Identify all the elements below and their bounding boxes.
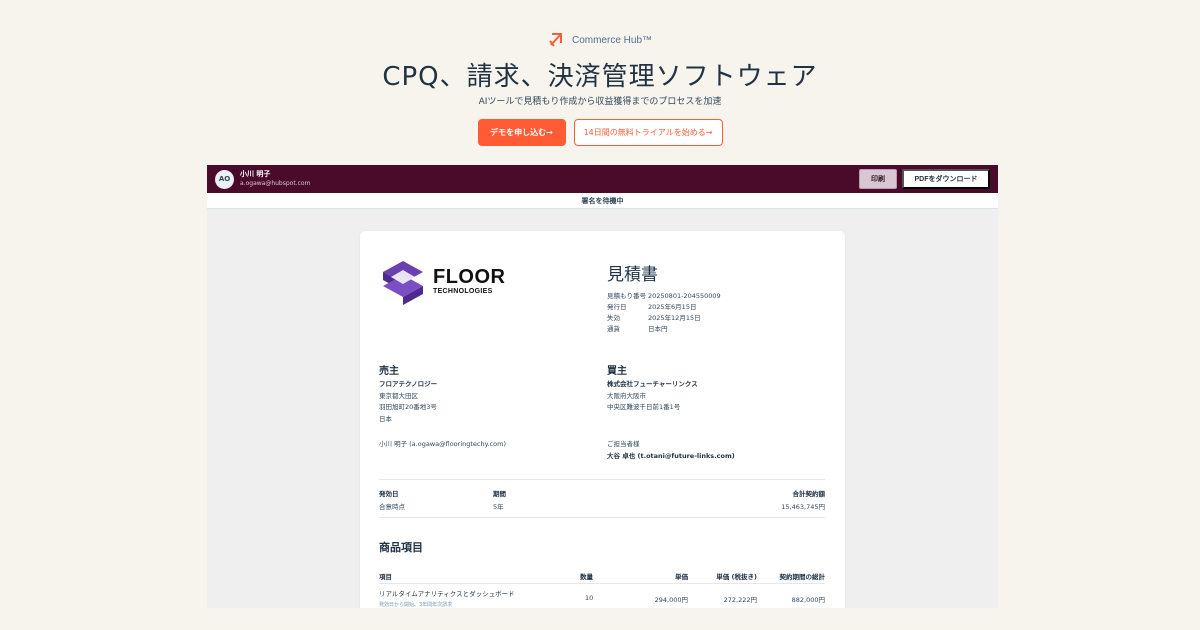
status-banner: 署名を待機中 xyxy=(207,193,998,209)
buyer-contact: 大谷 卓也 (t.otani@future-links.com) xyxy=(607,451,735,460)
items-heading: 商品項目 xyxy=(379,541,423,554)
seller-block: フロアテクノロジー 東京都大田区 羽田旭町20番地3号 日本 xyxy=(379,379,437,425)
avatar: AO xyxy=(215,169,234,189)
buyer-contact-label: ご担当者様 xyxy=(607,440,640,448)
free-trial-button[interactable]: 14日間の無料トライアルを始める→ xyxy=(573,119,723,146)
column-header-unit-price-ex-tax: 単価 (税抜き) xyxy=(716,573,757,581)
download-pdf-button[interactable]: PDFをダウンロード xyxy=(902,169,990,189)
buyer-block: 株式会社フューチャーリンクス 大阪府大阪市 中央区難波千日前1番1号 xyxy=(607,379,698,414)
user-name: 小川 明子 xyxy=(240,170,271,178)
floor-technologies-logo-icon xyxy=(383,261,423,305)
column-header-contract-total: 契約期間の総計 xyxy=(779,573,826,581)
brand-name: Commerce Hub™ xyxy=(571,34,653,46)
request-demo-button[interactable]: デモを申し込む→ xyxy=(477,119,566,146)
quote-app-window: AO 小川 明子 a.ogawa@hubspot.com 印刷 PDFをダウンロ… xyxy=(207,165,998,608)
buyer-company: 株式会社フューチャーリンクス xyxy=(607,380,698,388)
brand: Commerce Hub™ xyxy=(0,31,1200,49)
seller-contact: 小川 明子 (a.ogawa@flooringtechy.com) xyxy=(379,440,507,448)
seller-company: フロアテクノロジー xyxy=(379,380,438,388)
buyer-heading: 買主 xyxy=(607,366,627,377)
item-qty: 10 xyxy=(585,594,594,602)
seller-address-line: 羽田旭町20番地3号 xyxy=(379,403,437,411)
meta-row: 発行日 2025年6月15日 xyxy=(607,303,697,311)
logo-wordmark: FLOOR xyxy=(433,266,506,288)
column-header-item: 項目 xyxy=(379,573,392,581)
seller-address-line: 東京都大田区 xyxy=(379,391,418,400)
logo-subtitle: TECHNOLOGIES xyxy=(433,288,493,295)
cta-row: デモを申し込む→ 14日間の無料トライアルを始める→ xyxy=(0,119,1200,146)
column-header-qty: 数量 xyxy=(580,573,593,581)
effective-date: 発効日 合意時点 xyxy=(379,490,405,511)
meta-row: 見積もり番号 20250801-204550009 xyxy=(607,292,721,300)
quote-meta: 見積もり番号 20250801-204550009 発行日 2025年6月15日 失… xyxy=(607,291,721,335)
hero-title: CPQ、請求、決済管理ソフトウェア xyxy=(382,62,818,92)
buyer-address-line: 大阪府大阪市 xyxy=(607,391,646,400)
item-total: 882,000円 xyxy=(791,596,825,604)
item-note: 発効日から開始、3年間年次請求 xyxy=(379,602,453,608)
print-button[interactable]: 印刷 xyxy=(859,169,897,189)
divider xyxy=(379,583,825,584)
meta-row: 失効 2025年12月15日 xyxy=(607,314,701,322)
commerce-hub-arrow-icon xyxy=(549,33,562,47)
item-unit-price: 294,000円 xyxy=(654,596,688,604)
contract-period: 期間 5年 xyxy=(493,490,506,511)
user-block: 小川 明子 a.ogawa@hubspot.com xyxy=(240,170,310,188)
quote-title: 見積書 xyxy=(607,265,658,285)
table-row: リアルタイムアナリティクスとダッシュボード 発効日から開始、3年間年次請求 xyxy=(379,588,515,608)
meta-row: 通貨 日本円 xyxy=(607,325,668,333)
app-header: AO 小川 明子 a.ogawa@hubspot.com 印刷 PDFをダウンロ… xyxy=(207,165,998,193)
item-name: リアルタイムアナリティクスとダッシュボード xyxy=(379,590,515,598)
divider xyxy=(379,517,825,518)
buyer-contact-block: ご担当者様 大谷 卓也 (t.otani@future-links.com) xyxy=(607,439,735,462)
contract-total: 合計契約額 15,463,745円 xyxy=(781,490,825,511)
divider xyxy=(379,479,825,480)
seller-address-line: 日本 xyxy=(379,414,392,423)
user-email: a.ogawa@hubspot.com xyxy=(240,180,311,187)
item-unit-price-ex-tax: 272,222円 xyxy=(723,596,757,604)
column-header-unit-price: 単価 xyxy=(675,573,688,581)
hero-subtitle: AIツールで見積もり作成から収益獲得までのプロセスを加速 xyxy=(478,97,722,107)
header-actions: 印刷 PDFをダウンロード xyxy=(859,169,990,189)
seller-heading: 売主 xyxy=(379,366,399,377)
buyer-address-line: 中央区難波千日前1番1号 xyxy=(607,403,681,411)
quote-document: FLOOR TECHNOLOGIES 見積書 見積もり番号 20250801-20… xyxy=(360,231,845,608)
